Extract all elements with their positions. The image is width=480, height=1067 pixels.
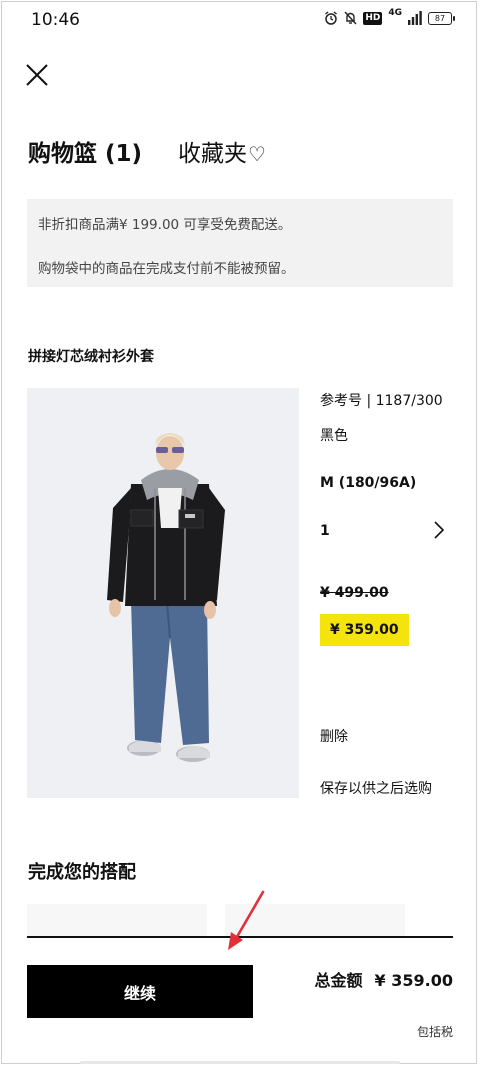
product-quantity[interactable]: 1	[320, 523, 330, 539]
total-label: 总金额	[314, 971, 363, 990]
heart-icon: ♡	[248, 142, 266, 166]
product-photo[interactable]	[27, 388, 299, 798]
status-icons: HD 4G 87	[324, 8, 455, 25]
complete-look-title: 完成您的搭配	[28, 862, 136, 883]
reservation-text: 购物袋中的商品在完成支付前不能被预留。	[38, 261, 295, 277]
look-card[interactable]	[27, 904, 207, 937]
free-shipping-text: 非折扣商品满¥ 199.00 可享受免费配送。	[38, 217, 292, 233]
carousel-divider	[27, 936, 453, 938]
tab-wishlist-label: 收藏夹	[178, 141, 248, 167]
status-time: 10:46	[31, 10, 80, 30]
bell-mute-icon	[344, 11, 357, 25]
hd-icon: HD	[363, 11, 383, 25]
original-price: ¥ 499.00	[320, 585, 389, 601]
battery-icon: 87	[428, 11, 455, 25]
tax-note: 包括税	[416, 1025, 453, 1039]
shipping-notice: 非折扣商品满¥ 199.00 可享受免费配送。 购物袋中的商品在完成支付前不能被…	[27, 199, 453, 287]
delete-button[interactable]: 删除	[320, 726, 348, 746]
alarm-icon	[325, 11, 338, 25]
home-indicator	[80, 1061, 400, 1064]
reference-number: 参考号 | 1187/300	[320, 393, 443, 409]
look-card[interactable]	[225, 904, 405, 937]
sale-price: ¥ 359.00	[320, 614, 409, 646]
save-for-later-button[interactable]: 保存以供之后选购	[320, 778, 432, 798]
continue-button[interactable]: 继续	[27, 965, 253, 1018]
status-bar: 10:46 HD 4G 87	[0, 0, 480, 42]
tab-wishlist[interactable]: 收藏夹♡	[178, 134, 266, 168]
model-illustration	[27, 388, 299, 798]
cart-tabs: 购物篮 (1) 收藏夹♡	[28, 134, 266, 168]
total-amount: ¥ 359.00	[374, 971, 453, 990]
close-icon[interactable]	[24, 62, 50, 88]
network-label: 4G	[388, 8, 402, 18]
complete-look-carousel[interactable]	[27, 904, 453, 937]
order-total: 总金额 ¥ 359.00	[315, 967, 453, 991]
product-color: 黑色	[320, 428, 348, 444]
product-size: M (180/96A)	[320, 475, 417, 491]
signal-icon	[408, 11, 422, 25]
chevron-right-icon[interactable]	[430, 519, 448, 541]
tab-basket[interactable]: 购物篮 (1)	[28, 134, 142, 168]
product-title[interactable]: 拼接灯芯绒衬衫外套	[28, 346, 154, 366]
